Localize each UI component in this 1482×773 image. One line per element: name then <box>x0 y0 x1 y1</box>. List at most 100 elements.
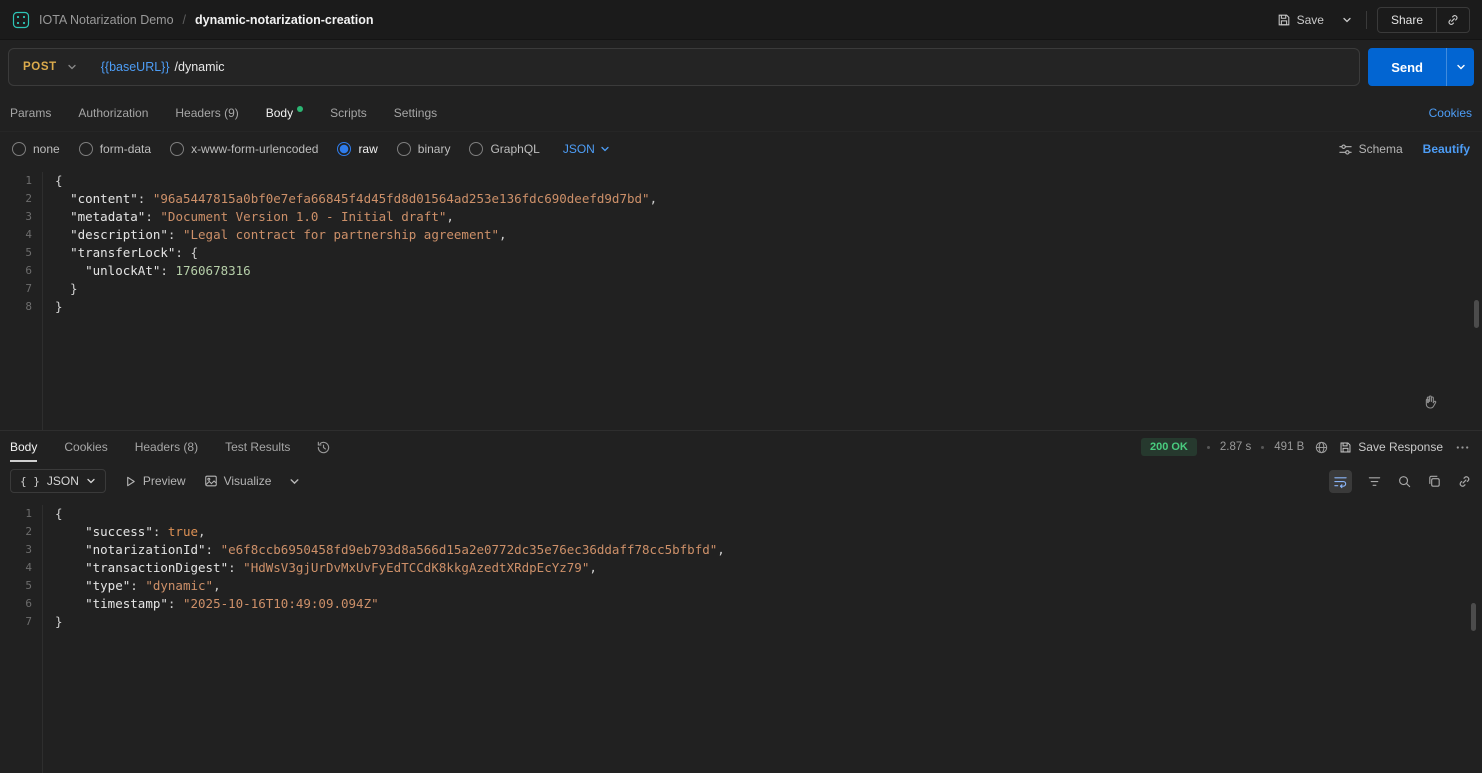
cookies-link[interactable]: Cookies <box>1429 106 1472 120</box>
save-label: Save <box>1297 13 1324 27</box>
raw-format-dropdown[interactable]: JSON <box>563 142 610 156</box>
response-tab-body[interactable]: Body <box>10 432 37 462</box>
save-icon <box>1277 13 1291 27</box>
radio-label: binary <box>418 142 451 156</box>
code-line: "timestamp": "2025-10-16T10:49:09.094Z" <box>55 595 1482 613</box>
send-label: Send <box>1391 60 1423 75</box>
topbar: IOTA Notarization Demo / dynamic-notariz… <box>0 0 1482 40</box>
response-toolbar: { } JSON Preview <box>0 463 1482 499</box>
response-toolbar-icons <box>1329 470 1472 493</box>
save-response-button[interactable]: Save Response <box>1339 440 1443 454</box>
code-line[interactable]: "metadata": "Document Version 1.0 - Init… <box>55 208 1482 226</box>
tab-headers-9[interactable]: Headers (9) <box>175 100 238 126</box>
response-tab-test-results[interactable]: Test Results <box>225 432 290 462</box>
code-line[interactable]: } <box>55 298 1482 316</box>
tab-settings[interactable]: Settings <box>394 100 437 126</box>
response-time: 2.87 s <box>1220 441 1251 453</box>
tab-params[interactable]: Params <box>10 100 51 126</box>
save-options-chevron[interactable] <box>1338 11 1356 29</box>
response-tab-headers-8[interactable]: Headers (8) <box>135 432 198 462</box>
code-line[interactable]: "transferLock": { <box>55 244 1482 262</box>
code-line[interactable]: } <box>55 280 1482 298</box>
response-history-icon[interactable] <box>316 440 331 455</box>
filter-icon-button[interactable] <box>1367 474 1382 489</box>
body-type-raw[interactable]: raw <box>337 142 377 156</box>
code-line[interactable]: "unlockAt": 1760678316 <box>55 262 1482 280</box>
schema-button[interactable]: Schema <box>1338 142 1403 157</box>
url-variable: {{baseURL}} <box>101 60 170 74</box>
request-code[interactable]: { "content": "96a5447815a0bf0e7efa66845f… <box>42 172 1482 430</box>
code-line: } <box>55 613 1482 631</box>
topbar-divider <box>1366 11 1367 29</box>
tab-label: Params <box>10 106 51 120</box>
chevron-down-icon <box>86 476 96 486</box>
copy-link-button[interactable] <box>1436 8 1469 32</box>
code-line: "notarizationId": "e6f8ccb6950458fd9eb79… <box>55 541 1482 559</box>
response-meta: 200 OK 2.87 s 491 B Save Respon <box>1141 438 1472 457</box>
send-options-chevron[interactable] <box>1446 48 1474 86</box>
url-path: /dynamic <box>175 60 225 74</box>
meta-dot <box>1261 446 1264 449</box>
request-tabs: Params Authorization Headers (9) Body Script… <box>10 100 437 126</box>
workspace-logo-icon[interactable] <box>12 11 30 29</box>
send-split-button: Send <box>1368 48 1474 86</box>
body-type-x-www-form-urlencoded[interactable]: x-www-form-urlencoded <box>170 142 318 156</box>
request-tabs-row: Params Authorization Headers (9) Body Script… <box>0 94 1482 132</box>
breadcrumb-separator: / <box>183 13 186 27</box>
link-icon <box>1446 13 1460 27</box>
code-line: { <box>55 505 1482 523</box>
more-actions-button[interactable] <box>1453 438 1472 457</box>
share-button[interactable]: Share <box>1378 8 1436 32</box>
tab-authorization[interactable]: Authorization <box>78 100 148 126</box>
tab-body[interactable]: Body <box>266 100 303 126</box>
network-globe-icon[interactable] <box>1314 440 1329 455</box>
meta-dot <box>1207 446 1210 449</box>
copy-icon-button[interactable] <box>1427 474 1442 489</box>
response-view-options-chevron[interactable] <box>289 476 300 487</box>
body-type-none[interactable]: none <box>12 142 60 156</box>
response-tab-cookies[interactable]: Cookies <box>64 432 107 462</box>
visualize-button[interactable]: Visualize <box>204 474 272 488</box>
response-toolbar-left: { } JSON Preview <box>10 469 300 493</box>
schema-label: Schema <box>1359 142 1403 156</box>
tab-scripts[interactable]: Scripts <box>330 100 367 126</box>
share-label: Share <box>1391 13 1423 27</box>
code-line[interactable]: "content": "96a5447815a0bf0e7efa66845f4d… <box>55 190 1482 208</box>
line-number: 8 <box>0 298 32 316</box>
breadcrumb-workspace[interactable]: IOTA Notarization Demo <box>39 13 174 27</box>
tab-label: Headers (9) <box>175 106 238 120</box>
body-type-binary[interactable]: binary <box>397 142 451 156</box>
feedback-hand-icon[interactable] <box>1422 394 1438 410</box>
tab-label: Body <box>266 106 293 120</box>
code-line[interactable]: { <box>55 172 1482 190</box>
wrap-text-icon-button[interactable] <box>1329 470 1352 493</box>
code-line: "transactionDigest": "HdWsV3gjUrDvMxUvFy… <box>55 559 1482 577</box>
line-number: 7 <box>0 280 32 298</box>
line-number: 5 <box>0 577 32 595</box>
send-button[interactable]: Send <box>1368 48 1446 86</box>
play-icon <box>124 475 137 488</box>
line-number: 1 <box>0 172 32 190</box>
body-type-row: none form-data x-www-form-urlencoded raw bin… <box>0 132 1482 166</box>
body-right-tools: Schema Beautify <box>1338 142 1470 157</box>
response-format-dropdown[interactable]: { } JSON <box>10 469 106 493</box>
response-scrollbar-thumb[interactable] <box>1471 603 1476 631</box>
request-scrollbar-thumb[interactable] <box>1474 300 1479 328</box>
line-number: 6 <box>0 595 32 613</box>
body-type-graphql[interactable]: GraphQL <box>469 142 539 156</box>
link-icon-button[interactable] <box>1457 474 1472 489</box>
url-input[interactable]: {{baseURL}} /dynamic <box>91 60 1359 74</box>
line-number: 3 <box>0 541 32 559</box>
search-icon-button[interactable] <box>1397 474 1412 489</box>
share-split-button: Share <box>1377 7 1470 33</box>
line-number: 5 <box>0 244 32 262</box>
url-box: POST {{baseURL}} /dynamic <box>8 48 1360 86</box>
body-type-form-data[interactable]: form-data <box>79 142 151 156</box>
method-selector[interactable]: POST <box>9 49 91 85</box>
beautify-button[interactable]: Beautify <box>1423 142 1470 156</box>
image-icon <box>204 474 218 488</box>
response-gutter: 1234567 <box>0 505 42 773</box>
preview-button[interactable]: Preview <box>124 474 186 488</box>
code-line[interactable]: "description": "Legal contract for partn… <box>55 226 1482 244</box>
save-button[interactable]: Save <box>1273 9 1328 31</box>
